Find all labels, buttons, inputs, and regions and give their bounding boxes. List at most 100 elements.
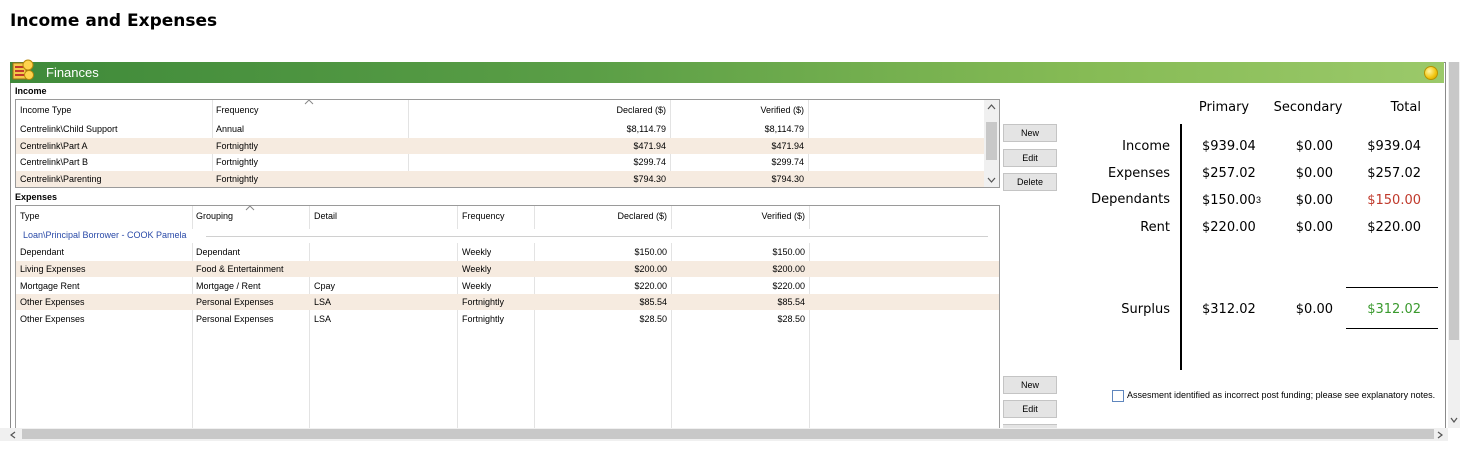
summary-income-total: $939.04 bbox=[1367, 139, 1421, 154]
incorrect-assessment-label[interactable]: Assesment identified as incorrect post f… bbox=[1127, 390, 1435, 400]
summary-header-total: Total bbox=[1390, 100, 1421, 115]
summary-label-expenses: Expenses bbox=[1108, 166, 1170, 181]
table-row[interactable]: Living Expenses Food & Entertainment Wee… bbox=[16, 261, 999, 277]
summary-label-rent: Rent bbox=[1140, 220, 1170, 235]
scroll-down-icon[interactable] bbox=[1450, 417, 1458, 423]
scrollbar-thumb[interactable] bbox=[1449, 62, 1459, 340]
expense-declared: $28.50 bbox=[639, 314, 667, 324]
income-header-declared[interactable]: Declared ($) bbox=[576, 102, 666, 118]
income-header-verified[interactable]: Verified ($) bbox=[716, 102, 804, 118]
expenses-header-frequency[interactable]: Frequency bbox=[462, 208, 505, 224]
expenses-edit-button[interactable]: Edit bbox=[1003, 400, 1057, 418]
expense-frequency: Weekly bbox=[462, 247, 492, 257]
income-declared: $8,114.79 bbox=[626, 124, 666, 134]
summary-label-surplus: Surplus bbox=[1121, 302, 1170, 317]
table-row[interactable]: Dependant Dependant Weekly $150.00 $150.… bbox=[16, 244, 999, 260]
summary-dependants-total: $150.00 bbox=[1367, 193, 1421, 208]
summary-surplus-total: $312.02 bbox=[1367, 302, 1421, 317]
page-horizontal-scrollbar[interactable] bbox=[0, 428, 1448, 441]
sort-asc-icon bbox=[304, 100, 314, 105]
table-row[interactable]: Other Expenses Personal Expenses LSA For… bbox=[16, 294, 999, 310]
expense-type: Dependant bbox=[20, 247, 65, 257]
income-verified: $8,114.79 bbox=[764, 124, 804, 134]
expense-verified: $200.00 bbox=[772, 264, 805, 274]
summary-label-income: Income bbox=[1122, 139, 1170, 154]
expenses-header-detail[interactable]: Detail bbox=[314, 208, 337, 224]
income-delete-button[interactable]: Delete bbox=[1003, 173, 1057, 191]
summary-expenses-secondary: $0.00 bbox=[1295, 166, 1333, 181]
expense-verified: $85.54 bbox=[777, 297, 805, 307]
scroll-right-icon[interactable] bbox=[1437, 431, 1443, 439]
table-row[interactable]: Centrelink\Part A Fortnightly $471.94 $4… bbox=[16, 138, 984, 154]
expenses-new-button[interactable]: New bbox=[1003, 376, 1057, 394]
income-declared: $794.30 bbox=[633, 174, 666, 184]
table-row[interactable]: Mortgage Rent Mortgage / Rent Cpay Weekl… bbox=[16, 278, 999, 294]
summary-expenses-primary: $257.02 bbox=[1202, 166, 1256, 181]
scroll-left-icon[interactable] bbox=[10, 431, 16, 439]
income-type: Centrelink\Part B bbox=[20, 157, 89, 167]
expenses-header-declared[interactable]: Declared ($) bbox=[576, 208, 667, 224]
income-section-label: Income bbox=[15, 86, 47, 96]
table-row[interactable]: Other Expenses Personal Expenses LSA For… bbox=[16, 311, 999, 327]
expense-frequency: Weekly bbox=[462, 264, 492, 274]
group-divider bbox=[206, 236, 988, 237]
income-frequency: Fortnightly bbox=[216, 157, 259, 167]
expenses-header-verified[interactable]: Verified ($) bbox=[716, 208, 805, 224]
expenses-group-label: Loan\Principal Borrower - COOK Pamela bbox=[23, 230, 190, 240]
finances-icon bbox=[12, 59, 34, 80]
income-header-type[interactable]: Income Type bbox=[20, 102, 71, 118]
summary-header-primary: Primary bbox=[1198, 100, 1250, 115]
expense-declared: $200.00 bbox=[634, 264, 667, 274]
income-edit-button[interactable]: Edit bbox=[1003, 149, 1057, 167]
income-header-frequency[interactable]: Frequency bbox=[216, 102, 259, 118]
expense-declared: $150.00 bbox=[634, 247, 667, 257]
expense-grouping: Personal Expenses bbox=[196, 314, 274, 324]
summary-rent-secondary: $0.00 bbox=[1295, 220, 1333, 235]
expense-verified: $150.00 bbox=[772, 247, 805, 257]
total-rule-bottom bbox=[1346, 328, 1438, 329]
expense-type: Mortgage Rent bbox=[20, 281, 80, 291]
expense-detail: LSA bbox=[314, 297, 332, 307]
table-row[interactable]: Centrelink\Child Support Annual $8,114.7… bbox=[16, 121, 984, 137]
scroll-up-icon[interactable] bbox=[987, 104, 996, 110]
table-row[interactable]: Centrelink\Part B Fortnightly $299.74 $2… bbox=[16, 154, 984, 170]
income-verified: $299.74 bbox=[771, 157, 804, 167]
summary-dependants-primary: $150.00 bbox=[1202, 193, 1256, 208]
income-frequency: Fortnightly bbox=[216, 174, 259, 184]
summary-dependants-count: 3 bbox=[1256, 195, 1262, 205]
income-verified: $471.94 bbox=[771, 141, 804, 151]
expense-detail: LSA bbox=[314, 314, 332, 324]
scrollbar-thumb[interactable] bbox=[986, 122, 997, 160]
expense-grouping: Dependant bbox=[196, 247, 241, 257]
status-indicator-icon[interactable] bbox=[1424, 66, 1438, 80]
panel-title: Finances bbox=[46, 65, 99, 80]
income-scrollbar[interactable] bbox=[984, 100, 999, 187]
expense-grouping: Personal Expenses bbox=[196, 297, 274, 307]
expenses-section-label: Expenses bbox=[15, 192, 58, 202]
expenses-header-grouping[interactable]: Grouping bbox=[196, 208, 233, 224]
expense-frequency: Fortnightly bbox=[462, 314, 505, 324]
incorrect-assessment-checkbox[interactable] bbox=[1112, 390, 1124, 402]
expense-verified: $28.50 bbox=[777, 314, 805, 324]
table-row[interactable]: Centrelink\Parenting Fortnightly $794.30… bbox=[16, 171, 984, 187]
summary-expenses-total: $257.02 bbox=[1367, 166, 1421, 181]
page-title: Income and Expenses bbox=[10, 11, 218, 31]
expenses-group-row[interactable]: Loan\Principal Borrower - COOK Pamela bbox=[16, 229, 999, 243]
expenses-header-row: Type Grouping Detail Frequency Declared … bbox=[16, 208, 999, 224]
summary-income-secondary: $0.00 bbox=[1295, 139, 1333, 154]
scroll-down-icon[interactable] bbox=[987, 177, 996, 183]
summary-label-dependants: Dependants bbox=[1091, 192, 1170, 207]
scrollbar-thumb[interactable] bbox=[22, 429, 1434, 439]
expenses-header-type[interactable]: Type bbox=[20, 208, 40, 224]
income-grid[interactable]: Income Type Frequency Declared ($) Verif… bbox=[15, 99, 1000, 188]
income-declared: $299.74 bbox=[633, 157, 666, 167]
expense-detail: Cpay bbox=[314, 281, 336, 291]
income-header-row: Income Type Frequency Declared ($) Verif… bbox=[16, 102, 999, 118]
income-new-button[interactable]: New bbox=[1003, 124, 1057, 142]
summary-surplus-secondary: $0.00 bbox=[1295, 302, 1333, 317]
panel-titlebar bbox=[10, 62, 1444, 83]
expenses-grid[interactable]: Type Grouping Detail Frequency Declared … bbox=[15, 205, 1000, 429]
expense-verified: $220.00 bbox=[772, 281, 805, 291]
expense-type: Living Expenses bbox=[20, 264, 86, 274]
page-vertical-scrollbar[interactable] bbox=[1448, 62, 1460, 428]
